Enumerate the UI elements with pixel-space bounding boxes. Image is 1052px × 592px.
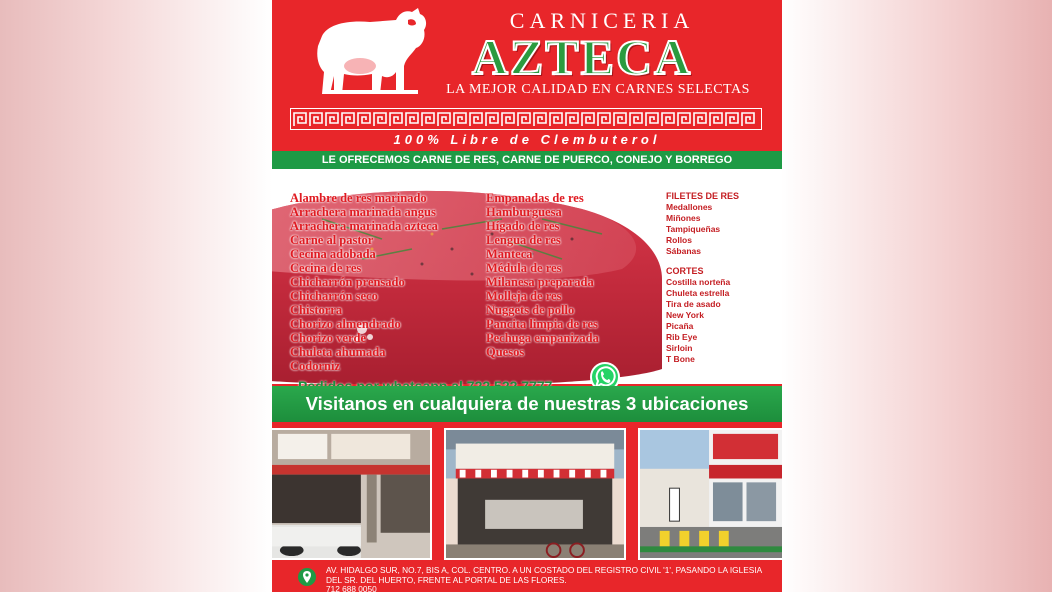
product-item: Chuleta ahumada — [290, 345, 386, 359]
product-item: Arrachera marinada azteca — [290, 219, 438, 233]
cut-item: Sirloin — [666, 343, 693, 353]
product-item: Chicharrón prensado — [290, 275, 405, 289]
product-item: Manteca — [486, 247, 533, 261]
cut-item: Picaña — [666, 321, 694, 331]
fillet-item: Medallones — [666, 202, 713, 212]
cut-item: Rib Eye — [666, 332, 698, 342]
product-item: Hamburguesa — [486, 205, 562, 219]
tagline: LA MEJOR CALIDAD EN CARNES SELECTAS — [446, 82, 750, 97]
address-bar: AV. HIDALGO SUR, NO.7, BIS A, COL. CENTR… — [272, 564, 782, 592]
locations-banner: Visitanos en cualquiera de nuestras 3 ub… — [272, 386, 782, 422]
fillet-item: Sábanas — [666, 246, 701, 256]
products-column-2: Empanadas de res Hamburguesa Hígado de res… — [486, 191, 599, 359]
store-photo-1 — [272, 428, 432, 560]
product-item: Milanesa preparada — [486, 275, 594, 289]
product-item: Chorizo verde — [290, 331, 367, 345]
cut-item: Costilla norteña — [666, 277, 731, 287]
cut-item: New York — [666, 310, 704, 320]
product-item: Pechuga empanizada — [486, 331, 599, 345]
product-item: Cecina de res — [290, 261, 362, 275]
product-item: Empanadas de res — [486, 191, 584, 205]
fillet-item: Tampiqueñas — [666, 224, 721, 234]
products-section: Alambre de res marinado Arrachera marinad… — [272, 169, 782, 384]
product-item: Pancita limpia de res — [486, 317, 598, 331]
fillet-item: Miñones — [666, 213, 701, 223]
product-item: Chicharrón seco — [290, 289, 378, 303]
left-background — [0, 0, 272, 592]
product-item: Lengua de res — [486, 233, 561, 247]
product-item: Cecina adobada — [290, 247, 376, 261]
cut-item: Tira de asado — [666, 299, 721, 309]
cut-item: Chuleta estrella — [666, 288, 730, 298]
product-item: Chistorra — [290, 303, 343, 317]
cut-item: T Bone — [666, 354, 695, 364]
store-photo-3 — [638, 428, 782, 560]
phone-number: 712 688 0050 — [326, 584, 377, 592]
offer-band: LE OFRECEMOS CARNE DE RES, CARNE DE PUER… — [272, 151, 782, 169]
filetes-heading: FILETES DE RES — [666, 191, 740, 201]
right-background — [780, 0, 1052, 592]
product-item: Hígado de res — [486, 219, 560, 233]
store-photo-2 — [444, 428, 626, 560]
location-pin-icon — [298, 568, 316, 586]
product-item: Quesos — [486, 345, 525, 359]
product-item: Molleja de res — [486, 289, 562, 303]
product-item: Médula de res — [486, 261, 562, 275]
product-item: Codorniz — [290, 359, 340, 373]
store-photos — [272, 422, 782, 564]
fillet-item: Rollos — [666, 235, 692, 245]
product-item: Carne al pastor — [290, 233, 374, 247]
product-item: Chorizo almendrado — [290, 317, 401, 331]
cortes-heading: CORTES — [666, 266, 704, 276]
product-item: Arrachera marinada angus — [290, 205, 436, 219]
cuts-column: FILETES DE RES Medallones Miñones Tampique… — [666, 191, 739, 365]
products-column-1: Alambre de res marinado Arrachera marinad… — [290, 191, 438, 373]
clembuterol-free-label: 100% Libre de Clembuterol — [393, 132, 661, 147]
poster: CARNICERIA AZTECA LA MEJOR CALIDAD EN CA… — [272, 0, 782, 592]
product-item: Alambre de res marinado — [290, 191, 427, 205]
title-azteca: AZTECA — [471, 28, 693, 86]
bull-logo-icon — [317, 8, 427, 94]
product-item: Nuggets de pollo — [486, 303, 575, 317]
greek-key-border — [290, 108, 762, 130]
address-text: AV. HIDALGO SUR, NO.7, BIS A, COL. CENTR… — [326, 565, 762, 585]
